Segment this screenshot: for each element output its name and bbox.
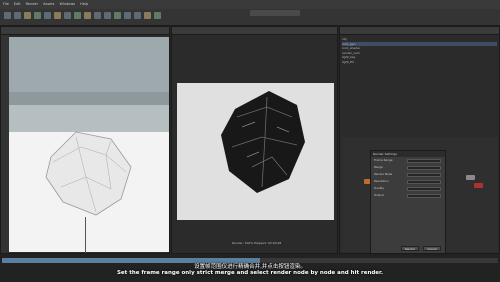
menu-help[interactable]: Help xyxy=(80,0,88,9)
desktop-selector[interactable] xyxy=(250,10,300,16)
menu-assets[interactable]: Assets xyxy=(43,0,54,9)
subtitle-chinese: 设置帧范围仅进行精确合并,并点击按钮渲染。 xyxy=(194,264,306,270)
tool-icon[interactable] xyxy=(84,12,91,19)
dialog-row-render-node: Render Node xyxy=(371,171,445,178)
subtitle-english: Set the frame range only strict merge an… xyxy=(116,270,384,276)
dialog-row-resolution: Resolution xyxy=(371,178,445,185)
axis-line xyxy=(85,217,86,253)
render-view-header xyxy=(172,27,337,35)
tool-icon[interactable] xyxy=(4,12,11,19)
tool-icon[interactable] xyxy=(124,12,131,19)
tool-icon[interactable] xyxy=(154,12,161,19)
rock-wireframe[interactable] xyxy=(41,127,136,217)
tree-item[interactable]: light_fill xyxy=(342,60,497,65)
row-label: Merge xyxy=(374,165,383,169)
render-node-field[interactable] xyxy=(407,172,441,177)
render-status-text: Render: 100% Elapsed: 00:00:28 xyxy=(232,241,282,245)
tool-icon[interactable] xyxy=(134,12,141,19)
row-label: Quality xyxy=(374,186,384,190)
tool-icon[interactable] xyxy=(24,12,31,19)
render-view[interactable]: Render: 100% Elapsed: 00:00:28 xyxy=(171,26,338,254)
viewport-header xyxy=(1,27,169,35)
menu-edit[interactable]: Edit xyxy=(14,0,21,9)
row-label: Output xyxy=(374,193,384,197)
menu-bar: File Edit Render Assets Windows Help xyxy=(0,0,500,9)
dialog-row-merge: Merge xyxy=(371,164,445,171)
cancel-button[interactable]: Cancel xyxy=(423,246,441,251)
resolution-field[interactable] xyxy=(407,179,441,184)
menu-render[interactable]: Render xyxy=(26,0,38,9)
quality-field[interactable] xyxy=(407,186,441,191)
tool-icon[interactable] xyxy=(94,12,101,19)
dialog-row-frame-range: Frame Range xyxy=(371,157,445,164)
viewport-sky xyxy=(9,37,169,92)
scene-tree: obj rock_geo rock_shader render_cam ligh… xyxy=(342,37,497,137)
output-field[interactable] xyxy=(407,193,441,198)
viewport-toolbar[interactable] xyxy=(1,35,9,253)
tool-icon[interactable] xyxy=(114,12,121,19)
network-node[interactable] xyxy=(474,183,483,188)
menu-file[interactable]: File xyxy=(3,0,9,9)
shelf-tool-icons xyxy=(4,12,164,22)
network-node[interactable] xyxy=(466,175,475,180)
dialog-row-quality: Quality xyxy=(371,185,445,192)
tool-icon[interactable] xyxy=(14,12,21,19)
render-button[interactable]: Render xyxy=(401,246,419,251)
menu-windows[interactable]: Windows xyxy=(60,0,76,9)
row-label: Resolution xyxy=(374,179,389,183)
render-dialog: Render Settings Frame Range Merge Render… xyxy=(370,150,446,254)
tool-icon[interactable] xyxy=(64,12,71,19)
tree-header xyxy=(340,27,499,35)
tool-icon[interactable] xyxy=(54,12,61,19)
merge-field[interactable] xyxy=(407,165,441,170)
row-label: Render Node xyxy=(374,172,393,176)
tool-icon[interactable] xyxy=(104,12,111,19)
scene-viewport[interactable] xyxy=(0,26,170,254)
frame-range-field[interactable] xyxy=(407,158,441,163)
tool-icon[interactable] xyxy=(34,12,41,19)
tool-icon[interactable] xyxy=(74,12,81,19)
tool-icon[interactable] xyxy=(144,12,151,19)
dialog-row-output: Output xyxy=(371,192,445,199)
row-label: Frame Range xyxy=(374,158,393,162)
rendered-rock xyxy=(221,91,305,193)
tool-icon[interactable] xyxy=(44,12,51,19)
